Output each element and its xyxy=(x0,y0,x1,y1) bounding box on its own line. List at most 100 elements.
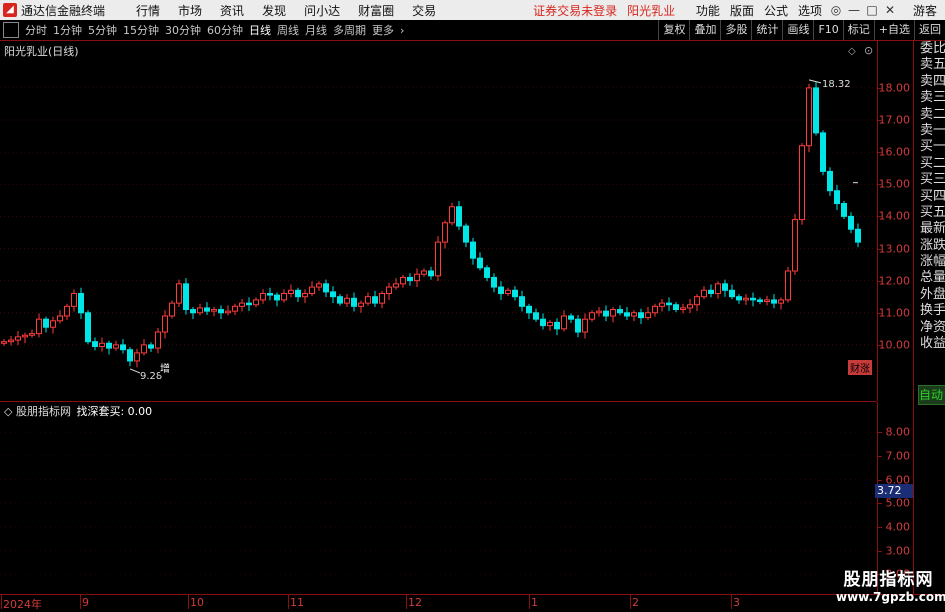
candle-body[interactable] xyxy=(43,318,49,328)
chevron-right-icon[interactable]: › xyxy=(397,24,407,37)
indicator-name[interactable]: 股朋指标网 xyxy=(16,405,71,418)
btn-diejia[interactable]: 叠加 xyxy=(689,20,720,40)
candle-body[interactable] xyxy=(400,276,406,285)
candle-body[interactable] xyxy=(141,344,147,354)
user-icon[interactable]: ◎ xyxy=(827,3,845,17)
candle-body[interactable] xyxy=(36,318,42,335)
candle-body[interactable] xyxy=(365,296,371,304)
period-daily[interactable]: 日线 xyxy=(246,22,274,38)
candle-body[interactable] xyxy=(778,299,784,304)
candle-body[interactable] xyxy=(547,321,553,327)
candle-body[interactable] xyxy=(239,302,245,307)
candle-body[interactable] xyxy=(162,315,168,333)
diamond-icon[interactable]: ◇ xyxy=(848,46,856,57)
candle-body[interactable] xyxy=(232,305,238,312)
candle-body[interactable] xyxy=(834,190,840,205)
menu-gongneng[interactable]: 功能 xyxy=(691,2,725,19)
side-item[interactable]: 最新 xyxy=(914,221,945,237)
side-item[interactable]: 买五 xyxy=(914,205,945,221)
candle-body[interactable] xyxy=(498,286,504,294)
candle-body[interactable] xyxy=(414,273,420,282)
candle-body[interactable] xyxy=(330,291,336,298)
candle-body[interactable] xyxy=(127,349,133,362)
indicator-chart[interactable] xyxy=(0,402,877,594)
event-tag-finance[interactable]: 财涨 xyxy=(848,360,872,375)
menu-gongshi[interactable]: 公式 xyxy=(759,2,793,19)
side-item[interactable]: 涨幅 xyxy=(914,254,945,270)
menu-shichang[interactable]: 市场 xyxy=(169,2,211,19)
side-item[interactable]: 卖二 xyxy=(914,107,945,123)
candle-body[interactable] xyxy=(372,296,378,304)
candle-body[interactable] xyxy=(323,283,329,293)
candle-body[interactable] xyxy=(386,286,392,294)
candle-body[interactable] xyxy=(680,307,686,311)
candle-body[interactable] xyxy=(281,292,287,301)
candlestick-chart[interactable]: 18.32 9.28 ◇ ⊙ xyxy=(0,41,877,401)
candle-body[interactable] xyxy=(484,267,490,278)
candle-body[interactable] xyxy=(645,312,651,319)
menu-xuanxiang[interactable]: 选项 xyxy=(793,2,827,19)
candle-body[interactable] xyxy=(561,315,567,330)
candle-body[interactable] xyxy=(85,312,91,343)
candle-body[interactable] xyxy=(274,294,280,301)
candle-body[interactable] xyxy=(540,318,546,327)
candle-body[interactable] xyxy=(435,241,441,277)
candle-body[interactable] xyxy=(596,310,602,314)
candle-body[interactable] xyxy=(610,309,616,317)
candle-body[interactable] xyxy=(687,304,693,309)
candle-body[interactable] xyxy=(421,270,427,275)
candle-body[interactable] xyxy=(722,283,728,291)
candle-body[interactable] xyxy=(512,289,518,298)
period-30min[interactable]: 30分钟 xyxy=(162,22,204,38)
candle-body[interactable] xyxy=(575,318,581,333)
candle-body[interactable] xyxy=(764,299,770,303)
event-tag-zeng[interactable]: 增 xyxy=(160,360,170,375)
candle-body[interactable] xyxy=(827,170,833,192)
close-icon[interactable]: ✕ xyxy=(881,3,899,17)
candle-body[interactable] xyxy=(729,289,735,298)
candle-body[interactable] xyxy=(442,222,448,243)
candle-body[interactable] xyxy=(1,341,7,344)
period-weekly[interactable]: 周线 xyxy=(274,22,302,38)
candle-body[interactable] xyxy=(64,305,70,317)
side-item[interactable]: 卖一 xyxy=(914,123,945,139)
candle-body[interactable] xyxy=(659,302,665,307)
candle-body[interactable] xyxy=(477,257,483,269)
period-5min[interactable]: 5分钟 xyxy=(85,22,120,38)
btn-fanhui[interactable]: 返回 xyxy=(914,20,945,40)
candle-body[interactable] xyxy=(470,241,476,259)
auto-button[interactable]: 自动 xyxy=(918,385,945,405)
side-item[interactable]: 买一 xyxy=(914,139,945,155)
trade-login-status[interactable]: 证券交易未登录 xyxy=(533,2,617,19)
period-fenshi[interactable]: 分时 xyxy=(22,22,50,38)
candle-body[interactable] xyxy=(652,305,658,314)
candle-body[interactable] xyxy=(428,270,434,277)
btn-zixuan[interactable]: +自选 xyxy=(873,20,914,40)
candle-body[interactable] xyxy=(106,342,112,349)
btn-f10[interactable]: F10 xyxy=(813,20,842,40)
candle-body[interactable] xyxy=(29,333,35,336)
side-item[interactable]: 收益 xyxy=(914,336,945,352)
side-item[interactable]: 净资 xyxy=(914,320,945,336)
candle-body[interactable] xyxy=(813,87,819,134)
candle-body[interactable] xyxy=(589,312,595,320)
candle-body[interactable] xyxy=(15,336,21,341)
candle-body[interactable] xyxy=(99,342,105,347)
candle-body[interactable] xyxy=(197,307,203,314)
candle-body[interactable] xyxy=(673,304,679,311)
candle-body[interactable] xyxy=(288,289,294,294)
candle-body[interactable] xyxy=(204,307,210,312)
candle-body[interactable] xyxy=(694,296,700,306)
candle-body[interactable] xyxy=(351,297,357,307)
period-monthly[interactable]: 月线 xyxy=(302,22,330,38)
btn-tongji[interactable]: 统计 xyxy=(751,20,782,40)
candle-body[interactable] xyxy=(554,321,560,330)
menu-banmian[interactable]: 版面 xyxy=(725,2,759,19)
candle-body[interactable] xyxy=(295,289,301,298)
candle-body[interactable] xyxy=(134,352,140,362)
candle-body[interactable] xyxy=(624,312,630,317)
candle-body[interactable] xyxy=(841,203,847,217)
candle-body[interactable] xyxy=(708,289,714,294)
menu-wenxiaoda[interactable]: 问小达 xyxy=(295,2,349,19)
side-item[interactable]: 外盘 xyxy=(914,287,945,303)
